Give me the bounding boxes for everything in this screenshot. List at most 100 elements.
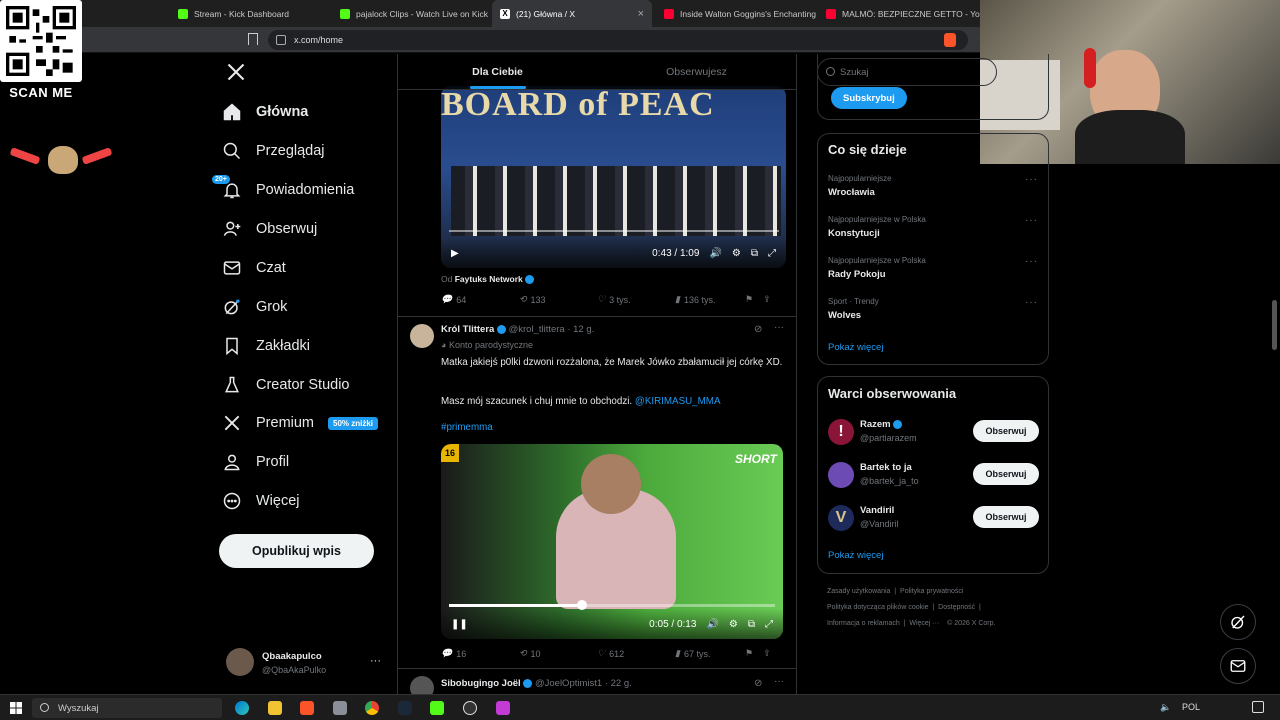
notifications-icon[interactable] — [1252, 701, 1264, 713]
video-player[interactable]: BOARD of PEAC ▶ 0:43 / 1:09 🔊 ⚙ ⧉ ⤢ — [441, 86, 786, 268]
browser-tab-youtube-malmo[interactable]: MALMÖ: BEZPIECZNE GETTO - YouTube — [818, 0, 980, 27]
repost-button[interactable]: ⟲ 133 — [519, 294, 597, 305]
repost-button[interactable]: ⟲ 10 — [519, 648, 597, 659]
browser-tab-x-home[interactable]: X (21) Główna / X × — [492, 0, 652, 27]
x-logo-icon[interactable] — [226, 62, 246, 82]
share-button[interactable]: ⇪ — [763, 648, 771, 659]
views-button[interactable]: ▮ 67 tys. — [675, 648, 745, 659]
trend-item[interactable]: Rady Pokoju — [828, 269, 886, 280]
nav-item-creator-studio[interactable]: Creator Studio — [222, 370, 350, 400]
more-icon[interactable]: ··· — [774, 676, 784, 687]
bookmark-icon[interactable] — [248, 33, 258, 45]
like-button[interactable]: ♡ 612 — [597, 648, 675, 659]
nav-item-notifications[interactable]: 20+ Powiadomienia — [212, 175, 354, 205]
obs-icon[interactable] — [463, 701, 477, 715]
kick-icon[interactable] — [430, 701, 444, 715]
author-handle[interactable]: @krol_tlittera — [509, 324, 565, 335]
show-more-link[interactable]: Pokaż więcej — [828, 550, 883, 561]
network-icon[interactable]: 🔈 — [1160, 702, 1171, 713]
subscribe-button[interactable]: Subskrybuj — [831, 87, 907, 109]
views-button[interactable]: ▮ 136 tys. — [675, 294, 745, 305]
follow-button[interactable]: Obserwuj — [973, 506, 1039, 528]
follow-button[interactable]: Obserwuj — [973, 463, 1039, 485]
bookmark-button[interactable]: ⚑ — [745, 648, 753, 659]
messages-button[interactable] — [1220, 648, 1256, 684]
avatar[interactable]: ! — [828, 419, 854, 445]
settings-icon[interactable]: ⚙ — [729, 619, 738, 630]
trend-more-icon[interactable]: ··· — [1025, 256, 1038, 267]
more-icon[interactable]: ··· — [774, 322, 784, 333]
browser-tab-youtube-goggins[interactable]: Inside Walton Goggins's Enchanting — [656, 0, 816, 27]
steam-icon[interactable] — [398, 701, 412, 715]
like-button[interactable]: ♡ 3 tys. — [597, 294, 675, 305]
author-handle[interactable]: @JoelOptimist1 — [535, 678, 602, 689]
address-bar[interactable]: x.com/home — [268, 30, 968, 50]
pip-icon[interactable]: ⧉ — [751, 248, 758, 259]
show-more-link[interactable]: Pokaż więcej — [828, 342, 883, 353]
author-name[interactable]: Sibobugingo Joël — [441, 678, 521, 689]
grok-icon[interactable]: ⊘ — [754, 678, 762, 689]
trend-item[interactable]: Wrocławia — [828, 187, 875, 198]
post-time[interactable]: · 12 g. — [567, 324, 594, 335]
app-icon[interactable] — [333, 701, 347, 715]
chrome-icon[interactable] — [365, 701, 379, 715]
fullscreen-icon[interactable]: ⤢ — [765, 619, 773, 630]
file-explorer-icon[interactable] — [268, 701, 282, 715]
scrollbar[interactable] — [1272, 300, 1277, 350]
tab-for-you[interactable]: Dla Ciebie — [398, 54, 597, 89]
trend-more-icon[interactable]: ··· — [1025, 215, 1038, 226]
follow-button[interactable]: Obserwuj — [973, 420, 1039, 442]
edge-icon[interactable] — [235, 701, 249, 715]
grok-button[interactable] — [1220, 604, 1256, 640]
trend-item[interactable]: Wolves — [828, 310, 861, 321]
video-player[interactable]: 16 SHORT ❚❚ 0:05 / 0:13 🔊 ⚙ ⧉ ⤢ — [441, 444, 783, 639]
app-icon[interactable] — [496, 701, 510, 715]
browser-tab-kick-clips[interactable]: pajalock Clips - Watch Live on Kick — [332, 0, 492, 27]
close-tab-icon[interactable]: × — [638, 8, 644, 20]
pause-icon[interactable]: ❚❚ — [451, 619, 468, 630]
bookmark-button[interactable]: ⚑ — [745, 294, 753, 305]
nav-item-explore[interactable]: Przeglądaj — [222, 136, 325, 166]
fullscreen-icon[interactable]: ⤢ — [768, 248, 776, 259]
post-time[interactable]: · 22 g. — [605, 678, 632, 689]
nav-item-profile[interactable]: Profil — [222, 447, 289, 477]
taskbar-search-input[interactable]: Wyszukaj — [32, 698, 222, 718]
author-name[interactable]: Król Tlittera — [441, 324, 494, 335]
trend-more-icon[interactable]: ··· — [1025, 174, 1038, 185]
nav-item-home[interactable]: Główna — [222, 97, 308, 127]
nav-item-grok[interactable]: Grok — [222, 292, 287, 322]
reply-button[interactable]: 💬 16 — [441, 648, 519, 659]
share-button[interactable]: ⇪ — [763, 294, 771, 305]
avatar[interactable] — [410, 324, 434, 348]
video-progress-bar[interactable] — [449, 604, 775, 607]
video-progress-bar[interactable] — [449, 230, 779, 232]
nav-item-bookmarks[interactable]: Zakładki — [222, 331, 310, 361]
hashtag-link[interactable]: #primemma — [441, 422, 493, 433]
browser-tab-kick-dashboard[interactable]: Stream - Kick Dashboard — [170, 0, 330, 27]
avatar[interactable] — [828, 462, 854, 488]
brave-shield-icon[interactable] — [944, 33, 956, 47]
trend-item[interactable]: Konstytucji — [828, 228, 880, 239]
avatar[interactable] — [226, 648, 254, 676]
play-icon[interactable]: ▶ — [451, 248, 459, 259]
volume-icon[interactable]: 🔊 — [706, 619, 718, 630]
nav-item-premium[interactable]: Premium 50% zniżki — [222, 408, 379, 438]
trend-more-icon[interactable]: ··· — [1025, 297, 1038, 308]
post-button[interactable]: Opublikuj wpis — [219, 534, 374, 568]
windows-start-icon[interactable] — [10, 702, 22, 714]
account-menu-button[interactable]: ··· — [370, 655, 381, 667]
settings-icon[interactable]: ⚙ — [732, 248, 741, 259]
tab-following[interactable]: Obserwujesz — [597, 54, 796, 89]
brave-icon[interactable] — [300, 701, 314, 715]
nav-item-chat[interactable]: Czat — [222, 253, 286, 283]
pip-icon[interactable]: ⧉ — [748, 619, 755, 630]
grok-icon[interactable]: ⊘ — [754, 324, 762, 335]
language-indicator[interactable]: POL — [1182, 702, 1200, 712]
nav-item-follow[interactable]: Obserwuj — [222, 214, 317, 244]
volume-icon[interactable]: 🔊 — [709, 248, 721, 259]
site-settings-icon[interactable] — [276, 35, 286, 45]
nav-item-more[interactable]: Więcej — [222, 486, 300, 516]
mention-link[interactable]: @KIRIMASU_MMA — [635, 396, 721, 407]
reply-button[interactable]: 💬 64 — [441, 294, 519, 305]
avatar[interactable]: V — [828, 505, 854, 531]
